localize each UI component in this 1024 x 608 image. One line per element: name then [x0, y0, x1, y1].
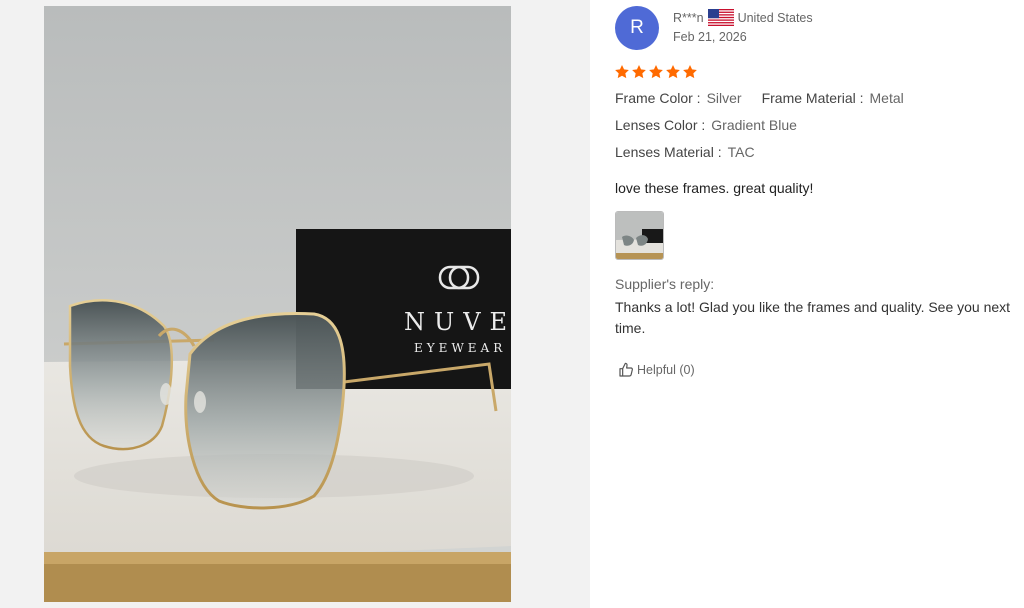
star-icon [632, 65, 646, 79]
review-main-photo[interactable]: NUVE EYEWEAR [44, 6, 511, 602]
star-rating [614, 64, 698, 80]
reviewer-country: United States [737, 10, 813, 25]
star-icon [666, 65, 680, 79]
star-icon [615, 65, 629, 79]
attribute-row-lenses-material: Lenses Material : TAC [615, 144, 755, 160]
lenses-material-value: TAC [727, 144, 755, 160]
us-flag-icon [707, 9, 734, 26]
attribute-row-lenses-color: Lenses Color : Gradient Blue [615, 117, 797, 133]
reviewer-name: R***n [673, 10, 704, 25]
supplier-reply-label: Supplier's reply: [615, 276, 715, 292]
review-photo-pane: NUVE EYEWEAR [0, 0, 590, 608]
star-icon [649, 65, 663, 79]
attribute-row-frame: Frame Color : Silver Frame Material : Metal [615, 90, 904, 106]
lenses-color-label: Lenses Color : [615, 117, 706, 133]
photo-brand-text: NUVE [404, 308, 511, 336]
frame-material-value: Metal [869, 90, 904, 106]
lenses-color-value: Gradient Blue [711, 117, 797, 133]
review-comment: love these frames. great quality! [615, 180, 814, 196]
reviewer-info: R***n United States [673, 9, 813, 26]
lenses-material-label: Lenses Material : [615, 144, 722, 160]
avatar: R [615, 6, 659, 50]
frame-material-label: Frame Material : [761, 90, 864, 106]
review-date: Feb 21, 2026 [673, 30, 747, 44]
frame-color-value: Silver [706, 90, 742, 106]
photo-brand-subtext: EYEWEAR [414, 341, 506, 355]
thumbs-up-icon [619, 362, 633, 377]
helpful-label: Helpful (0) [637, 363, 695, 377]
star-icon [683, 65, 697, 79]
frame-color-label: Frame Color : [615, 90, 701, 106]
review-photo-thumbnail[interactable] [615, 211, 664, 260]
supplier-reply-text: Thanks a lot! Glad you like the frames a… [615, 299, 1011, 336]
helpful-button[interactable]: Helpful (0) [618, 362, 695, 378]
